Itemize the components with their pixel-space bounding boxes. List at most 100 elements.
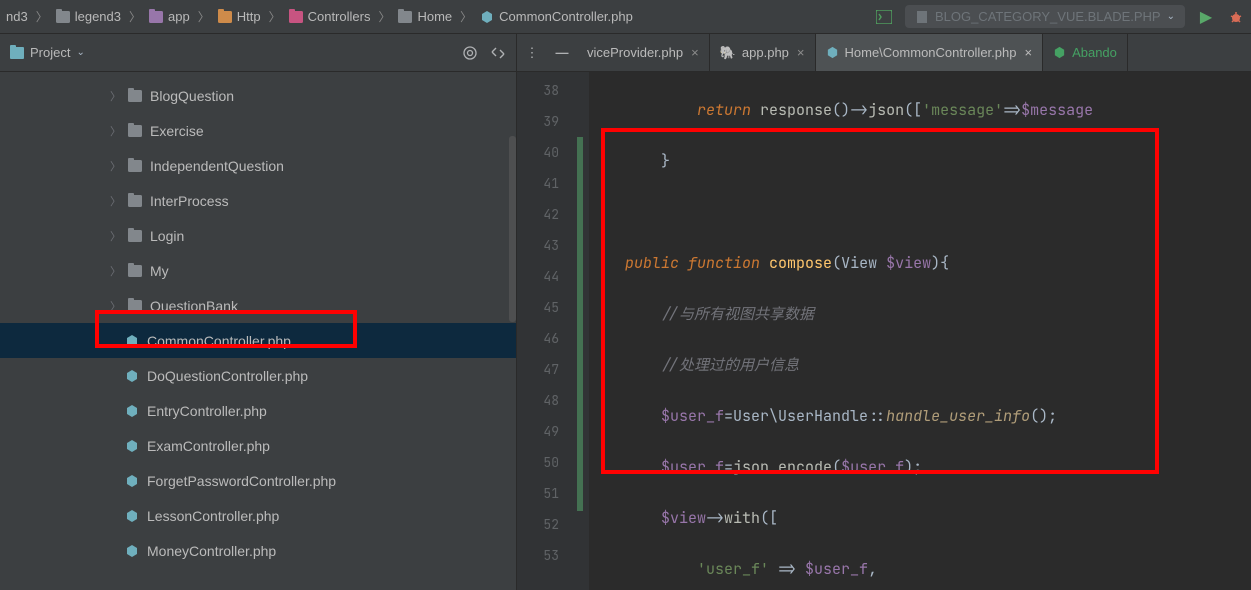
close-icon[interactable]: ×	[691, 45, 699, 60]
tree-file[interactable]: LessonController.php	[0, 498, 516, 533]
tree-label: DoQuestionController.php	[147, 368, 308, 384]
chevron-down-icon: ⌄	[76, 47, 84, 58]
chevron-right-icon: 〉	[110, 298, 120, 314]
php-icon	[480, 10, 494, 24]
bc-item[interactable]: Http	[218, 9, 261, 24]
folder-icon	[218, 11, 232, 23]
line-number: 51	[517, 478, 577, 509]
tree-label: QuestionBank	[150, 298, 238, 314]
editor-tabbar: ⋮ — viceProvider.php× 🐘 app.php× Home\Co…	[517, 34, 1251, 72]
line-gutter: 38 39 40 41 42 43 44 45 46 47 48 49 50 5…	[517, 72, 577, 590]
bc-item[interactable]: Home	[398, 9, 452, 24]
line-number: 39	[517, 106, 577, 137]
tree-label: MoneyController.php	[147, 543, 276, 559]
tree-folder[interactable]: 〉InterProcess	[0, 183, 516, 218]
tree-file-selected[interactable]: CommonController.php	[0, 323, 516, 358]
tree-label: IndependentQuestion	[150, 158, 284, 174]
bc-item-active[interactable]: CommonController.php	[480, 9, 633, 24]
main-area: Project ⌄ 〉BlogQuestion 〉 Exercise 〉 Indep…	[0, 34, 1251, 590]
chevron-right-icon: 〉	[110, 263, 120, 279]
line-number: 45	[517, 292, 577, 323]
collapse-icon[interactable]	[490, 45, 506, 61]
target-icon[interactable]	[462, 45, 478, 61]
php-icon	[125, 544, 139, 558]
editor-area: ⋮ — viceProvider.php× 🐘 app.php× Home\Co…	[517, 34, 1251, 590]
editor-tab[interactable]: viceProvider.php×	[577, 34, 710, 71]
php-icon	[125, 439, 139, 453]
code-content[interactable]: return response()->json(['message'=>$mes…	[589, 72, 1251, 590]
tree-folder[interactable]: 〉 QuestionBank	[0, 288, 516, 323]
run-config-selector[interactable]: BLOG_CATEGORY_VUE.BLADE.PHP ⌄	[905, 5, 1185, 28]
tree-file[interactable]: EntryController.php	[0, 393, 516, 428]
bc-item[interactable]: Controllers	[289, 9, 371, 24]
folder-icon	[128, 265, 142, 277]
chevron-right-icon: 〉	[110, 228, 120, 244]
chevron-right-icon: 〉	[374, 8, 394, 25]
sidebar-header: Project ⌄	[0, 34, 516, 72]
tree-folder[interactable]: 〉 Exercise	[0, 113, 516, 148]
tree-file[interactable]: ExamController.php	[0, 428, 516, 463]
line-number: 46	[517, 323, 577, 354]
folder-icon	[128, 125, 142, 137]
more-icon[interactable]: ⋮	[526, 45, 539, 61]
tree-folder[interactable]: 〉BlogQuestion	[0, 78, 516, 113]
editor-tab[interactable]: 🐘 app.php×	[710, 34, 816, 71]
line-number: 50	[517, 447, 577, 478]
tree-label: LessonController.php	[147, 508, 279, 524]
chevron-right-icon: 〉	[110, 123, 120, 139]
tree-label: Login	[150, 228, 184, 244]
chevron-right-icon: 〉	[456, 8, 476, 25]
folder-icon	[128, 160, 142, 172]
minus-icon[interactable]: —	[556, 45, 569, 60]
line-number: 52	[517, 509, 577, 540]
tree-file[interactable]: MoneyController.php	[0, 533, 516, 568]
sidebar-title[interactable]: Project ⌄	[10, 45, 462, 60]
tree-label: ExamController.php	[147, 438, 270, 454]
folder-icon	[289, 11, 303, 23]
project-tree[interactable]: 〉BlogQuestion 〉 Exercise 〉 IndependentQues…	[0, 72, 516, 590]
line-number: 47	[517, 354, 577, 385]
scrollbar-thumb[interactable]	[509, 136, 516, 322]
folder-icon	[128, 230, 142, 242]
file-icon	[915, 10, 929, 24]
tree-file[interactable]: ForgetPasswordController.php	[0, 463, 516, 498]
tree-label: ForgetPasswordController.php	[147, 473, 336, 489]
chevron-down-icon: ⌄	[1167, 11, 1175, 22]
chevron-right-icon: 〉	[194, 8, 214, 25]
chevron-right-icon: 〉	[32, 8, 52, 25]
chevron-right-icon: 〉	[265, 8, 285, 25]
tree-folder[interactable]: 〉 My	[0, 253, 516, 288]
php-icon	[125, 474, 139, 488]
editor-tab[interactable]: Abando	[1043, 34, 1128, 71]
php-icon	[125, 509, 139, 523]
bc-root[interactable]: nd3	[6, 9, 28, 24]
tree-label: Exercise	[150, 123, 204, 139]
run-button[interactable]: ▶	[1195, 6, 1217, 28]
tree-folder[interactable]: 〉 IndependentQuestion	[0, 148, 516, 183]
project-icon	[10, 47, 24, 59]
tree-folder[interactable]: 〉 Login	[0, 218, 516, 253]
chevron-right-icon: 〉	[110, 158, 120, 174]
tree-label: EntryController.php	[147, 403, 267, 419]
tree-label: CommonController.php	[147, 333, 291, 349]
line-number: 40	[517, 137, 577, 168]
line-number: 49	[517, 416, 577, 447]
bc-item[interactable]: app	[149, 9, 190, 24]
line-number: 48	[517, 385, 577, 416]
project-sidebar: Project ⌄ 〉BlogQuestion 〉 Exercise 〉 Indep…	[0, 34, 517, 590]
tree-label: My	[150, 263, 169, 279]
php-icon	[826, 46, 839, 59]
close-icon[interactable]: ×	[1024, 45, 1032, 60]
tree-file[interactable]: DoQuestionController.php	[0, 358, 516, 393]
debug-button[interactable]	[1225, 6, 1247, 28]
folder-icon	[128, 90, 142, 102]
editor-tab-active[interactable]: Home\CommonController.php×	[816, 34, 1044, 71]
code-editor[interactable]: 38 39 40 41 42 43 44 45 46 47 48 49 50 5…	[517, 72, 1251, 590]
folder-icon	[149, 11, 163, 23]
close-icon[interactable]: ×	[797, 45, 805, 60]
line-number: 53	[517, 540, 577, 571]
folder-icon	[398, 11, 412, 23]
titlebar: nd3 〉 legend3 〉 app 〉 Http 〉 Controllers…	[0, 0, 1251, 34]
terminal-icon[interactable]	[873, 6, 895, 28]
bc-item[interactable]: legend3	[56, 9, 121, 24]
